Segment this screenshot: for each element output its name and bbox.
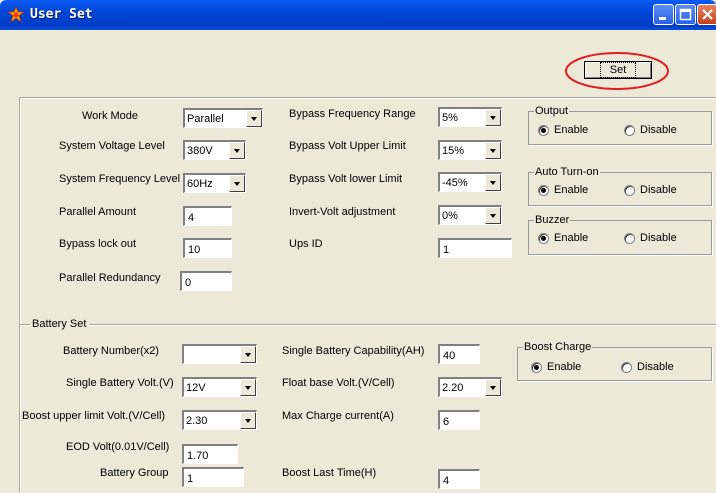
system-voltage-level-label: System Voltage Level <box>59 140 165 152</box>
work-mode-select[interactable]: Parallel <box>183 108 263 128</box>
maximize-button[interactable] <box>675 4 696 25</box>
radio-on-icon <box>531 361 542 373</box>
bypass-frequency-range-label: Bypass Frequency Range <box>289 108 416 120</box>
dropdown-button[interactable] <box>485 109 501 126</box>
boost-last-time-label: Boost Last Time(H) <box>282 467 377 479</box>
minimize-button[interactable] <box>653 4 674 25</box>
radio-off-icon <box>621 361 632 373</box>
dropdown-button[interactable] <box>485 379 501 396</box>
chevron-down-icon <box>245 419 251 423</box>
radio-on-icon <box>538 232 549 244</box>
chevron-down-icon <box>490 181 496 185</box>
dropdown-button[interactable] <box>240 412 256 429</box>
chevron-down-icon <box>490 386 496 390</box>
dropdown-button[interactable] <box>240 346 256 363</box>
auto-turn-on-group: Auto Turn-on Enable Disable <box>528 166 712 206</box>
buzzer-disable-radio[interactable]: Disable <box>624 232 677 244</box>
output-enable-radio[interactable]: Enable <box>538 124 588 136</box>
output-disable-radio[interactable]: Disable <box>624 124 677 136</box>
parallel-redundancy-label: Parallel Redundancy <box>59 272 161 284</box>
battery-number-label: Battery Number(x2) <box>63 345 159 357</box>
float-base-volt-select[interactable]: 2.20 <box>438 377 502 397</box>
auto-turn-on-disable-radio[interactable]: Disable <box>624 184 677 196</box>
eod-volt-label: EOD Volt(0.01V/Cell) <box>66 441 170 453</box>
minimize-icon <box>659 17 666 20</box>
buzzer-group: Buzzer Enable Disable <box>528 214 712 255</box>
battery-group-label: Battery Group <box>100 467 169 479</box>
maximize-icon <box>679 8 692 21</box>
work-mode-label: Work Mode <box>82 110 139 122</box>
eod-volt-input[interactable]: 1.70 <box>182 444 238 464</box>
dropdown-button[interactable] <box>485 207 501 224</box>
bypass-volt-upper-limit-label: Bypass Volt Upper Limit <box>289 140 406 152</box>
dropdown-button[interactable] <box>485 142 501 159</box>
bypass-lock-out-label: Bypass lock out <box>59 238 137 250</box>
radio-off-icon <box>624 232 635 244</box>
boost-charge-disable-radio[interactable]: Disable <box>621 361 674 373</box>
dropdown-button[interactable] <box>229 175 245 192</box>
system-voltage-level-select[interactable]: 380V <box>183 140 246 160</box>
chevron-down-icon <box>490 149 496 153</box>
boost-last-time-input[interactable]: 4 <box>438 469 480 489</box>
dropdown-button[interactable] <box>240 379 256 396</box>
window-title: User Set <box>30 7 93 22</box>
radio-off-icon <box>624 184 635 196</box>
bypass-volt-upper-limit-select[interactable]: 15% <box>438 140 502 160</box>
bypass-frequency-range-select[interactable]: 5% <box>438 107 502 127</box>
invert-volt-adjustment-select[interactable]: 0% <box>438 205 502 225</box>
single-battery-volt-select[interactable]: 12V <box>182 377 257 397</box>
battery-set-title: Battery Set <box>30 318 90 330</box>
dropdown-button[interactable] <box>229 142 245 159</box>
output-group-title: Output <box>534 105 570 117</box>
bypass-volt-lower-limit-select[interactable]: -45% <box>438 172 502 192</box>
bypass-volt-lower-limit-label: Bypass Volt lower Limit <box>289 173 403 185</box>
ups-id-label: Ups ID <box>289 238 323 250</box>
chevron-down-icon <box>234 149 240 153</box>
single-battery-volt-label: Single Battery Volt.(V) <box>66 377 174 389</box>
dropdown-button[interactable] <box>246 110 262 127</box>
battery-group-input[interactable]: 1 <box>182 467 244 487</box>
chevron-down-icon <box>245 386 251 390</box>
boost-upper-limit-volt-label: Boost upper limit Volt.(V/Cell) <box>22 410 166 422</box>
dropdown-button[interactable] <box>485 174 501 191</box>
single-battery-capability-label: Single Battery Capability(AH) <box>282 345 425 357</box>
user-set-window: User Set Set Battery Set Work Mode Paral… <box>0 0 716 493</box>
auto-turn-on-group-title: Auto Turn-on <box>534 166 600 178</box>
single-battery-capability-input[interactable]: 40 <box>438 344 480 364</box>
radio-on-icon <box>538 184 549 196</box>
bypass-lock-out-input[interactable]: 10 <box>183 238 232 258</box>
max-charge-current-input[interactable]: 6 <box>438 410 480 430</box>
boost-charge-enable-radio[interactable]: Enable <box>531 361 581 373</box>
parallel-amount-input[interactable]: 4 <box>183 206 232 226</box>
chevron-down-icon <box>234 182 240 186</box>
system-frequency-level-label: System Frequency Level <box>59 173 181 185</box>
chevron-down-icon <box>245 353 251 357</box>
system-frequency-level-select[interactable]: 60Hz <box>183 173 246 193</box>
radio-on-icon <box>538 124 549 136</box>
app-icon <box>8 7 24 23</box>
invert-volt-adjustment-label: Invert-Volt adjustment <box>289 206 396 218</box>
buzzer-group-title: Buzzer <box>534 214 571 226</box>
auto-turn-on-enable-radio[interactable]: Enable <box>538 184 588 196</box>
battery-number-select[interactable] <box>182 344 257 364</box>
parallel-amount-label: Parallel Amount <box>59 206 137 218</box>
chevron-down-icon <box>490 116 496 120</box>
max-charge-current-label: Max Charge current(A) <box>282 410 394 422</box>
close-icon <box>702 9 713 20</box>
output-group: Output Enable Disable <box>528 105 712 145</box>
radio-off-icon <box>624 124 635 136</box>
close-button[interactable] <box>697 4 716 25</box>
parallel-redundancy-input[interactable]: 0 <box>180 271 232 291</box>
chevron-down-icon <box>251 117 257 121</box>
float-base-volt-label: Float base Volt.(V/Cell) <box>282 377 395 389</box>
title-bar[interactable]: User Set <box>0 0 716 30</box>
chevron-down-icon <box>490 214 496 218</box>
set-button[interactable]: Set <box>584 61 652 79</box>
boost-upper-limit-volt-select[interactable]: 2.30 <box>182 410 257 430</box>
boost-charge-group-title: Boost Charge <box>523 341 593 353</box>
boost-charge-group: Boost Charge Enable Disable <box>517 341 712 381</box>
buzzer-enable-radio[interactable]: Enable <box>538 232 588 244</box>
ups-id-input[interactable]: 1 <box>438 238 512 258</box>
